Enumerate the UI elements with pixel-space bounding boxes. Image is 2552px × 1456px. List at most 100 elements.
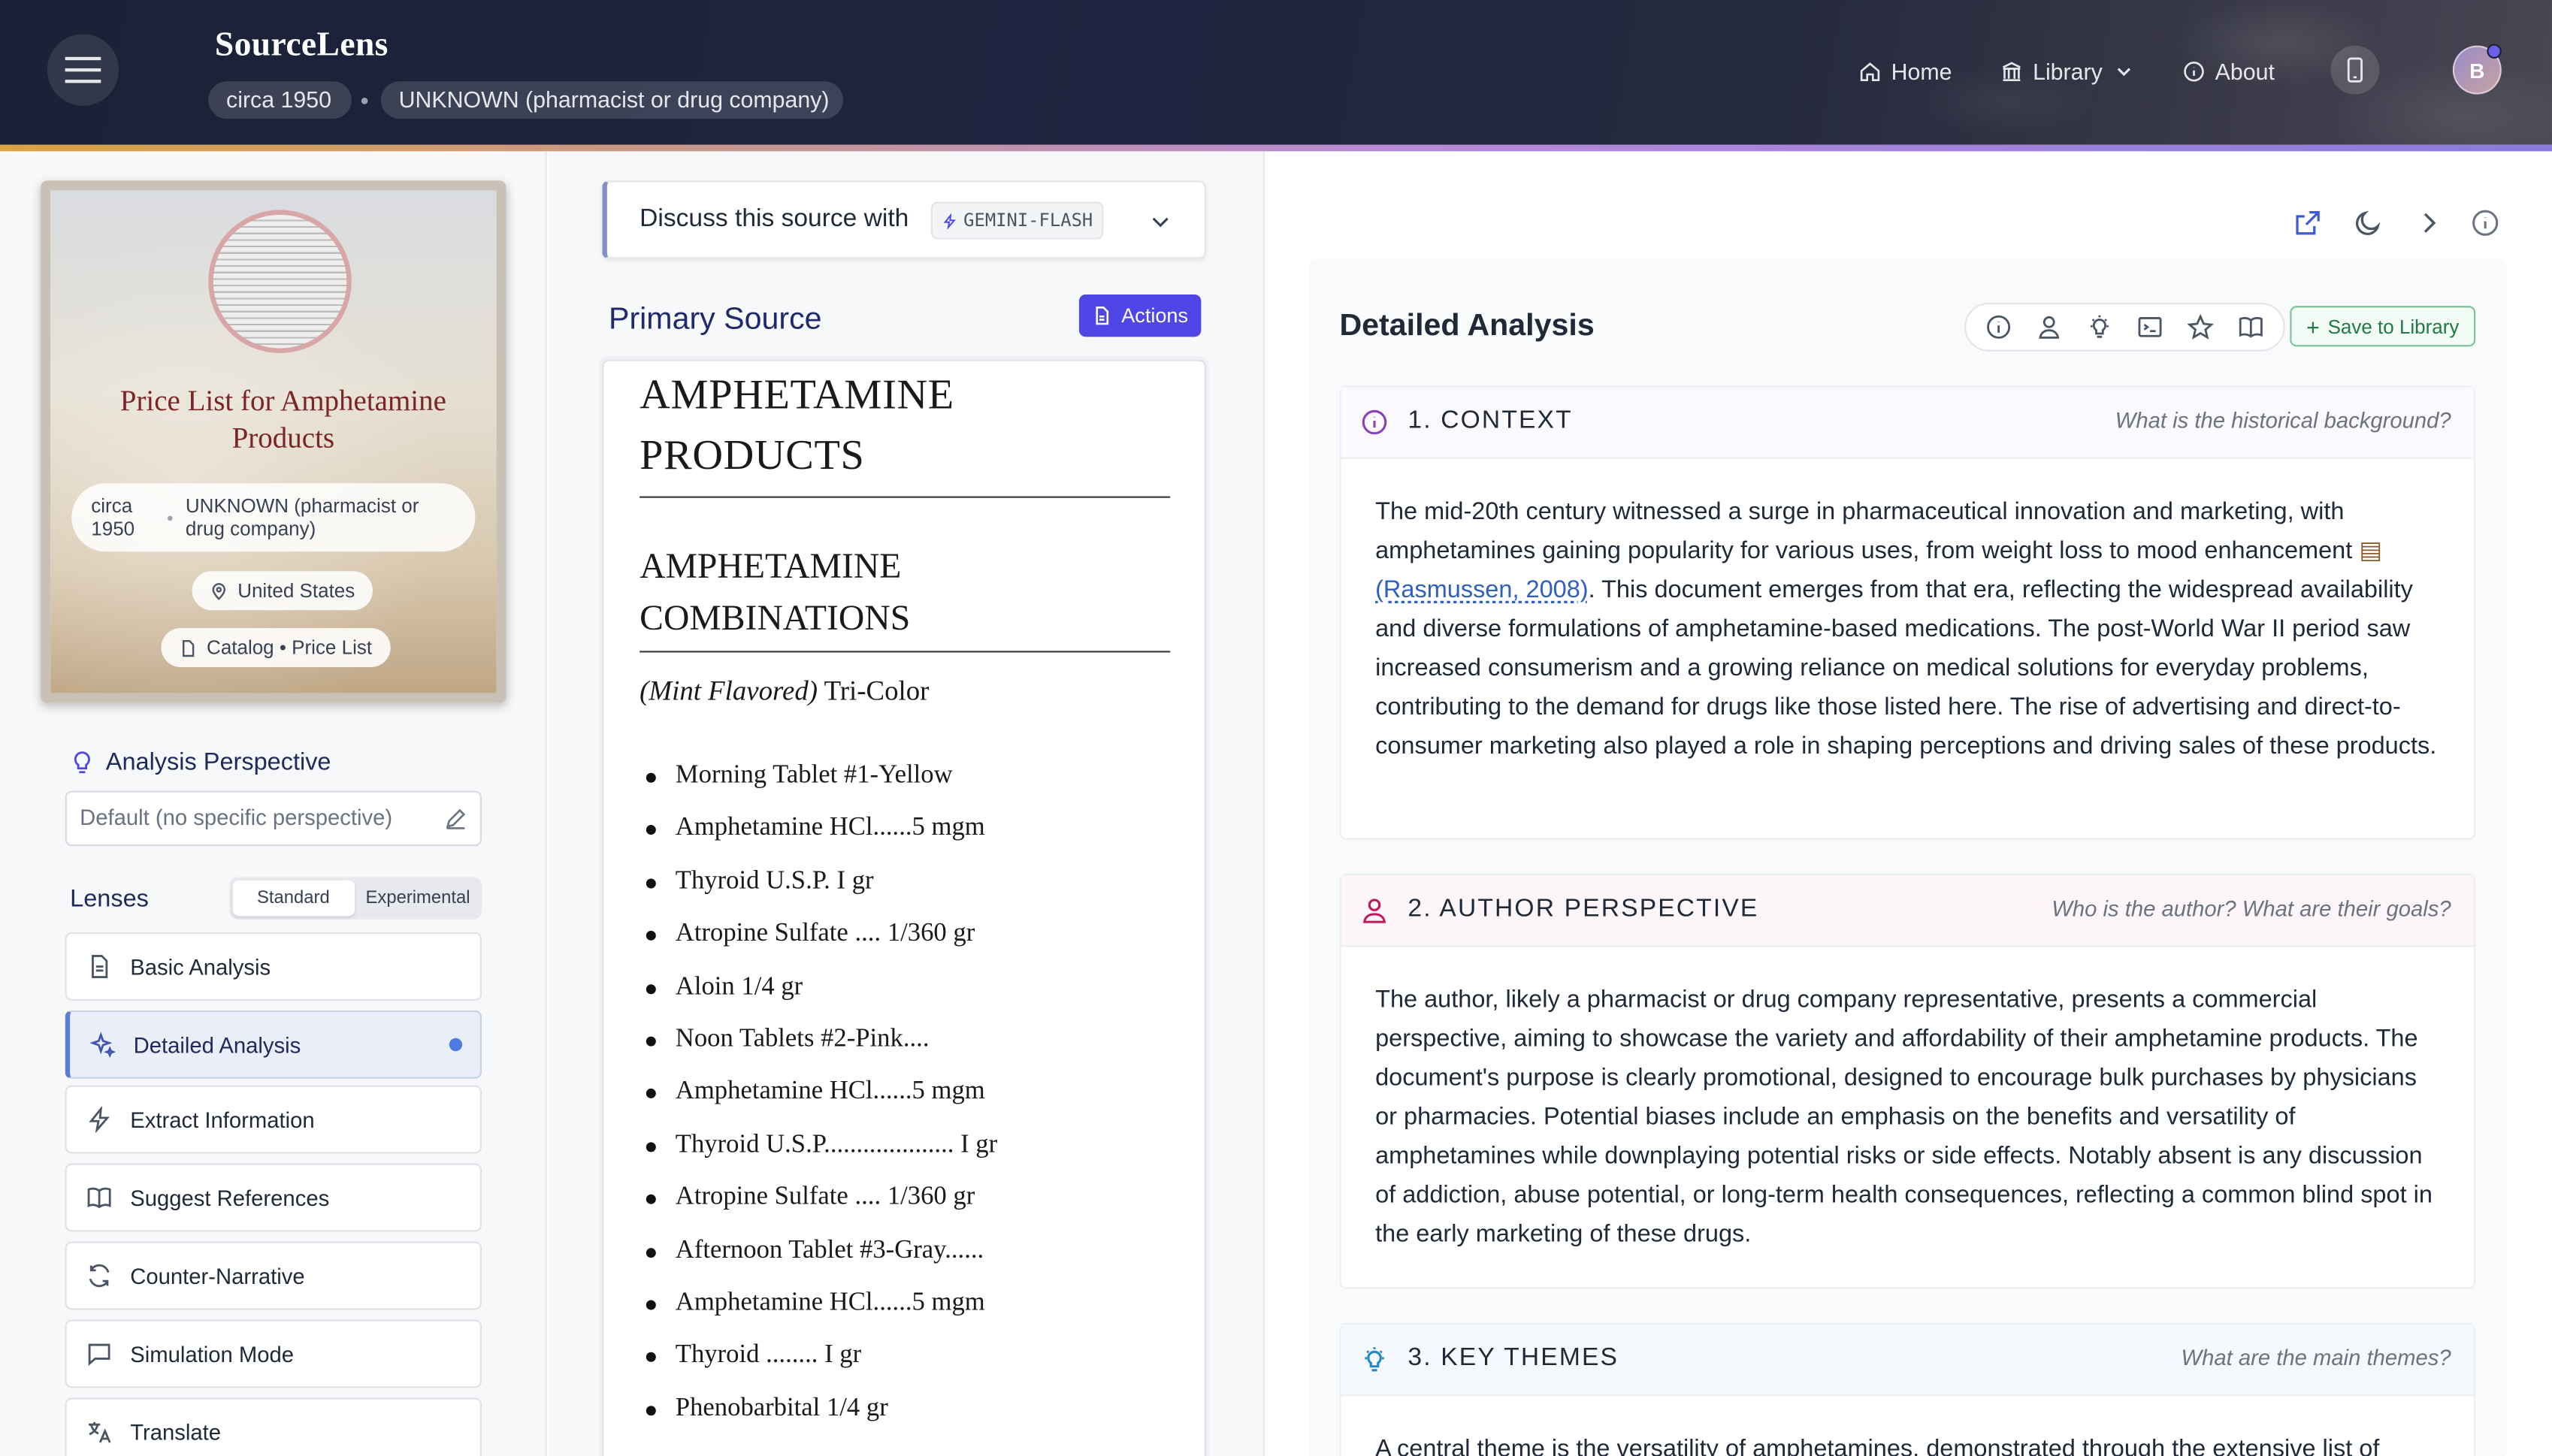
lens-basic-analysis[interactable]: Basic Analysis — [65, 932, 482, 1001]
source-meta: circa 1950 UNKNOWN (pharmacist or drug c… — [71, 483, 476, 552]
home-icon — [1860, 62, 1880, 81]
document-item-list: Morning Tablet #1-Yellow Amphetamine HCl… — [640, 752, 1177, 1437]
tab-experimental[interactable]: Experimental — [357, 881, 478, 917]
lightbulb-icon — [74, 751, 90, 774]
analysis-panel: Detailed Analysis + Save to Library 1. C… — [1265, 151, 2552, 1456]
perspective-input[interactable]: Default (no specific perspective) — [65, 790, 482, 847]
lenses-title: Lenses — [70, 885, 149, 914]
list-item: Afternoon Tablet #3-Gray...... — [640, 1226, 1177, 1279]
citation-link[interactable]: (Rasmussen, 2008) — [1375, 576, 1589, 604]
section-header[interactable]: 1. CONTEXT What is the historical backgr… — [1341, 387, 2475, 459]
section-question: Who is the author? What are their goals? — [2052, 896, 2451, 921]
document-viewer[interactable]: AMPHETAMINE PRODUCTS AMPHETAMINE COMBINA… — [602, 359, 1206, 1456]
analysis-title: Detailed Analysis — [1339, 309, 1595, 343]
chevron-down-icon — [1152, 217, 1169, 228]
list-item: Amphetamine HCl......5 mgm — [640, 805, 1177, 857]
document-icon — [92, 954, 108, 978]
list-item: Morning Tablet #1-Yellow — [640, 752, 1177, 805]
moon-icon[interactable] — [2354, 208, 2383, 237]
analysis-perspective-title: Analysis Perspective — [71, 748, 331, 776]
lens-counter-narrative[interactable]: Counter-Narrative — [65, 1241, 482, 1310]
notification-dot — [2487, 44, 2502, 59]
document-icon — [1096, 307, 1109, 325]
list-item: Thyroid ........ I gr — [640, 1331, 1177, 1384]
list-item: Aloin 1/4 gr — [640, 962, 1177, 1015]
source-title: Price List for Amphetamine Products — [119, 384, 446, 455]
discuss-dropdown[interactable]: Discuss this source with GEMINI-FLASH — [602, 180, 1206, 259]
app-brand[interactable]: SourceLens — [215, 24, 389, 65]
info-icon — [2184, 62, 2204, 82]
list-item: Atropine Sulfate .... 1/360 gr — [640, 1174, 1177, 1226]
user-icon — [1362, 899, 1386, 923]
tab-standard[interactable]: Standard — [232, 880, 355, 917]
location-pin-icon — [212, 582, 226, 600]
section-body: The author, likely a pharmacist or drug … — [1375, 986, 2433, 1249]
section-title: 3. KEY THEMES — [1408, 1343, 1619, 1372]
lightbulb-icon[interactable] — [2086, 314, 2112, 340]
nav-library[interactable]: Library — [2000, 53, 2135, 89]
info-icon[interactable] — [1985, 314, 2011, 340]
left-sidebar: Price List for Amphetamine Products circ… — [0, 151, 547, 1456]
library-icon — [2002, 62, 2021, 81]
list-item: Thyroid U.S.P.................... I gr — [640, 1121, 1177, 1174]
source-thumbnail — [208, 210, 352, 353]
translate-icon — [89, 1421, 111, 1443]
app-header: SourceLens circa 1950 UNKNOWN (pharmacis… — [0, 0, 2552, 145]
user-icon[interactable] — [2036, 314, 2062, 340]
primary-source-title: Primary Source — [609, 302, 822, 337]
section-header[interactable]: 3. KEY THEMES What are the main themes? — [1341, 1324, 2475, 1397]
terminal-icon[interactable] — [2137, 314, 2163, 340]
refresh-icon — [89, 1264, 110, 1288]
pencil-icon[interactable] — [444, 807, 467, 829]
save-to-library-button[interactable]: + Save to Library — [2290, 306, 2476, 347]
list-item: Thyroid U.S.P. I gr — [640, 857, 1177, 910]
star-icon[interactable] — [2188, 313, 2214, 340]
list-item: Amphetamine HCl......5 mgm — [640, 1279, 1177, 1331]
lens-translate[interactable]: Translate — [65, 1397, 482, 1456]
source-date: circa 1950 — [91, 494, 135, 541]
type-chip: Catalog • Price List — [161, 627, 390, 667]
book-icon — [87, 1187, 111, 1209]
sparkles-icon — [89, 1032, 116, 1058]
location-chip: United States — [192, 571, 373, 611]
primary-source-panel: Discuss this source with GEMINI-FLASH Pr… — [548, 151, 1265, 1456]
section-body: The mid-20th century witnessed a surge i… — [1375, 497, 2437, 760]
chevron-right-icon[interactable] — [2414, 208, 2443, 237]
list-item: Amphetamine HCl......5 mgm — [640, 1068, 1177, 1121]
section-title: 1. CONTEXT — [1408, 406, 1573, 435]
lightbulb-icon — [1365, 1347, 1384, 1372]
detailed-analysis-card: Detailed Analysis + Save to Library 1. C… — [1308, 258, 2507, 1456]
menu-button[interactable] — [47, 34, 119, 106]
section-body: A central theme is the versatility of am… — [1375, 1435, 2380, 1456]
actions-button[interactable]: Actions — [1078, 295, 1202, 337]
date-pill: circa 1950 — [208, 81, 352, 119]
phone-icon — [2347, 57, 2363, 83]
list-item: Atropine Sulfate .... 1/360 gr — [640, 910, 1177, 962]
header-accent-bar — [0, 144, 2552, 152]
document-heading: AMPHETAMINE PRODUCTS — [640, 370, 954, 479]
source-card[interactable]: Price List for Amphetamine Products circ… — [41, 180, 506, 703]
info-icon — [1362, 409, 1387, 435]
list-item: Phenobarbital 1/4 gr — [640, 1384, 1177, 1436]
external-link-icon[interactable] — [2293, 208, 2323, 237]
subheading-rule — [640, 651, 1171, 653]
lens-extract-information[interactable]: Extract Information — [65, 1085, 482, 1154]
document-icon — [183, 639, 195, 657]
info-icon[interactable] — [2471, 208, 2500, 237]
book-icon[interactable] — [2239, 314, 2265, 340]
nav-home[interactable]: Home — [1858, 53, 1952, 89]
heading-rule — [640, 496, 1171, 498]
section-header[interactable]: 2. AUTHOR PERSPECTIVE Who is the author?… — [1341, 875, 2475, 947]
hamburger-icon — [65, 68, 101, 72]
lightning-icon — [943, 212, 956, 229]
books-icon: ▤ — [2359, 536, 2383, 565]
nav-about[interactable]: About — [2182, 53, 2275, 89]
lens-simulation-mode[interactable]: Simulation Mode — [65, 1319, 482, 1388]
chevron-down-icon — [2117, 68, 2130, 77]
lens-suggest-references[interactable]: Suggest References — [65, 1163, 482, 1232]
plus-icon: + — [2306, 313, 2320, 340]
section-author-perspective: 2. AUTHOR PERSPECTIVE Who is the author?… — [1339, 874, 2476, 1289]
lens-detailed-analysis[interactable]: Detailed Analysis — [65, 1010, 482, 1079]
device-button[interactable] — [2330, 45, 2380, 95]
section-title: 2. AUTHOR PERSPECTIVE — [1408, 895, 1759, 923]
